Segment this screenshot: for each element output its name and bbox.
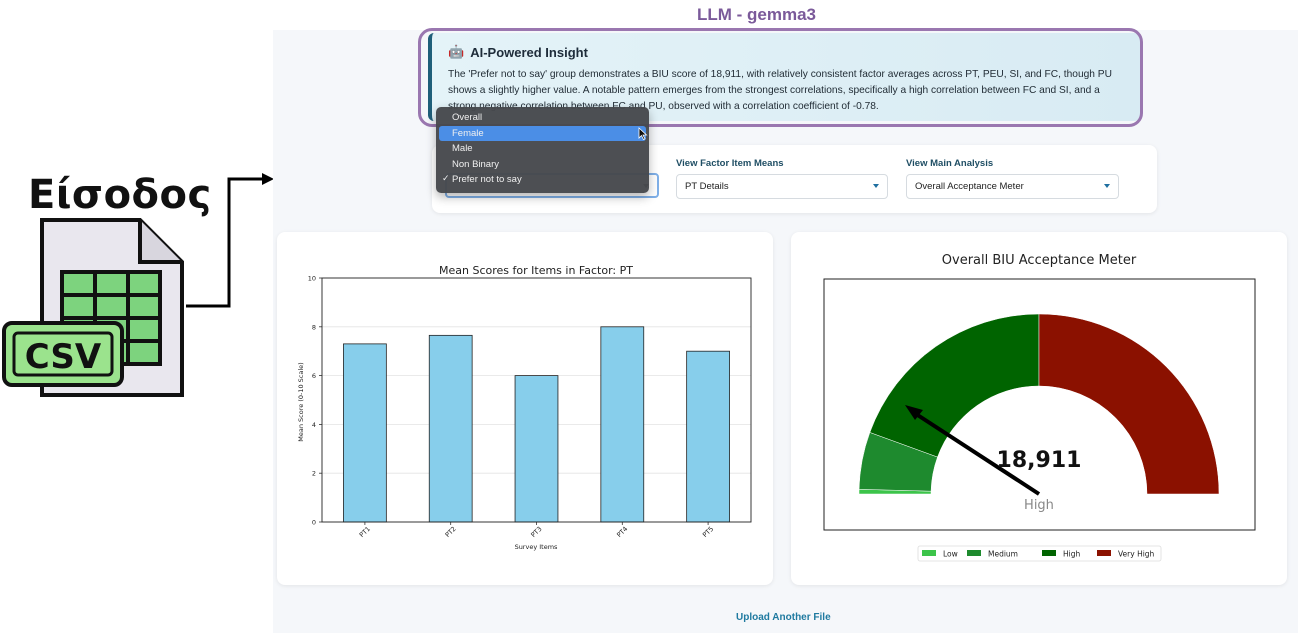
legend-swatch — [967, 550, 981, 556]
gauge-level: High — [1024, 498, 1054, 513]
x-tick-label: PT2 — [444, 525, 458, 539]
legend-swatch — [922, 550, 936, 556]
legend-swatch — [1097, 550, 1111, 556]
gauge-chart-card: Overall BIU Acceptance Meter 18,911 High… — [791, 232, 1287, 585]
chevron-down-icon — [873, 184, 879, 188]
chevron-down-icon — [1104, 184, 1110, 188]
x-tick-label: PT3 — [529, 525, 543, 539]
legend-label: Low — [943, 550, 958, 559]
analysis-select[interactable]: Overall Acceptance Meter — [906, 174, 1119, 199]
bar-chart-xlabel: Survey Items — [515, 543, 558, 551]
dropdown-option-male[interactable]: Male — [439, 141, 646, 157]
upload-another-file-link[interactable]: Upload Another File — [736, 612, 831, 623]
y-tick-label: 2 — [312, 470, 316, 478]
dropdown-option-prefer-not-to-say[interactable]: Prefer not to say — [439, 172, 646, 188]
dropdown-option-non-binary[interactable]: Non Binary — [439, 157, 646, 173]
legend-label: High — [1063, 550, 1080, 559]
bar-chart: Mean Scores for Items in Factor: PT Mean… — [297, 264, 752, 551]
bar-pt1 — [343, 343, 387, 523]
analysis-select-value: Overall Acceptance Meter — [915, 181, 1024, 192]
y-tick-label: 6 — [312, 372, 316, 380]
llm-title: LLM - gemma3 — [697, 5, 817, 24]
analysis-label: View Main Analysis — [906, 158, 994, 169]
x-tick-label: PT5 — [701, 525, 715, 539]
dropdown-option-female[interactable]: Female — [439, 125, 646, 141]
bar-chart-card: Mean Scores for Items in Factor: PT Mean… — [277, 232, 773, 585]
factor-select[interactable]: PT Details — [676, 174, 888, 199]
gauge-title: Overall BIU Acceptance Meter — [942, 253, 1137, 268]
factor-select-value: PT Details — [685, 181, 729, 192]
legend-swatch — [1042, 550, 1056, 556]
group-dropdown-menu: Overall Female Male Non Binary Prefer no… — [436, 107, 649, 193]
y-tick-label: 8 — [312, 323, 316, 331]
csv-file-icon: CSV — [2, 218, 184, 397]
mouse-cursor-icon — [638, 127, 648, 140]
flow-arrow-icon — [186, 173, 274, 308]
bar-pt4 — [600, 326, 645, 523]
bar-chart-title: Mean Scores for Items in Factor: PT — [439, 264, 633, 277]
bar-pt5 — [686, 350, 730, 523]
bar-chart-ylabel: Mean Score (0-10 Scale) — [297, 362, 305, 441]
bar-pt3 — [514, 375, 559, 523]
factor-label: View Factor Item Means — [676, 158, 784, 169]
legend-label: Medium — [988, 550, 1018, 559]
legend-label: Very High — [1118, 550, 1155, 559]
y-tick-label: 4 — [312, 421, 316, 429]
dropdown-option-overall[interactable]: Overall — [439, 110, 646, 126]
bar-pt2 — [428, 334, 473, 523]
gauge-value: 18,911 — [997, 448, 1082, 473]
y-tick-label: 10 — [308, 275, 316, 283]
gauge-chart: Overall BIU Acceptance Meter 18,911 High… — [823, 253, 1256, 562]
x-tick-label: PT4 — [615, 525, 629, 539]
x-tick-label: PT1 — [358, 525, 372, 539]
csv-badge-text: CSV — [25, 337, 102, 377]
y-tick-label: 0 — [312, 519, 316, 527]
